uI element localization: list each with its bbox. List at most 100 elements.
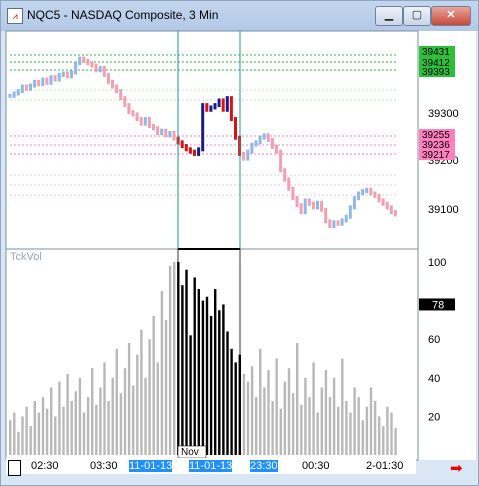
price-bar xyxy=(295,196,299,208)
price-bar xyxy=(152,124,155,131)
volume-bar xyxy=(214,289,217,455)
price-bar xyxy=(65,71,69,79)
price-bar xyxy=(135,112,139,122)
volume-bar xyxy=(193,277,196,455)
volume-bar xyxy=(255,397,258,455)
time-label: 03:30 xyxy=(90,460,118,472)
volume-bar xyxy=(168,265,172,455)
volume-bar xyxy=(361,420,364,455)
volume-bar xyxy=(337,406,340,455)
price-bar xyxy=(234,117,237,140)
price-bar xyxy=(33,79,37,88)
price-bar xyxy=(86,58,90,66)
price-bar xyxy=(184,144,188,152)
price-tag-label: 39431 xyxy=(422,47,450,58)
price-bar xyxy=(365,187,369,194)
volume-bar xyxy=(74,391,77,455)
price-bar xyxy=(53,75,57,82)
time-label: 2-01:30 xyxy=(366,460,404,472)
price-bar xyxy=(357,191,360,201)
volume-bar xyxy=(156,362,159,455)
volume-bar xyxy=(382,426,385,455)
price-bar xyxy=(352,196,356,210)
price-bar xyxy=(225,96,229,112)
volume-bar xyxy=(328,397,332,455)
volume-bar xyxy=(201,300,205,455)
price-bar xyxy=(127,103,131,115)
volume-bar xyxy=(107,400,110,455)
price-bar xyxy=(348,205,352,219)
current-volume-label: 78 xyxy=(432,299,444,311)
volume-bar xyxy=(222,304,225,455)
scroll-handle[interactable] xyxy=(8,460,21,476)
price-bar xyxy=(29,83,32,91)
price-bar xyxy=(275,144,278,154)
price-bar xyxy=(123,96,127,108)
price-bar xyxy=(291,186,295,201)
price-bar xyxy=(156,126,160,136)
price-bar xyxy=(320,200,324,212)
volume-indicator-name: TckVol xyxy=(10,251,42,263)
price-bar xyxy=(266,133,270,142)
volume-bar xyxy=(316,412,319,455)
volume-tick-label: 100 xyxy=(428,257,446,269)
price-bar xyxy=(242,151,246,161)
price-bar xyxy=(299,203,303,215)
price-bar xyxy=(328,219,332,229)
volume-bar xyxy=(62,406,65,455)
volume-bar xyxy=(271,400,274,455)
price-bar xyxy=(287,177,291,191)
price-bar xyxy=(201,103,205,152)
time-axis[interactable]: 02:30 03:30 11-01-13 11-01-13 23:30 00:3… xyxy=(6,458,416,474)
volume-bar xyxy=(378,416,381,455)
volume-bar xyxy=(373,400,377,455)
volume-bar xyxy=(308,397,311,455)
price-bar xyxy=(102,65,106,77)
volume-bar xyxy=(283,381,287,455)
price-bar xyxy=(164,128,168,138)
price-bar xyxy=(311,201,315,210)
volume-tick-label: 20 xyxy=(428,411,440,423)
price-bar xyxy=(307,198,311,206)
volume-bar xyxy=(320,387,323,455)
price-bar xyxy=(131,110,135,117)
price-bar xyxy=(258,135,262,145)
price-bar xyxy=(78,56,82,66)
time-label-selected: 11-01-13 xyxy=(189,460,233,472)
volume-bar xyxy=(119,393,123,455)
volume-bar xyxy=(50,387,53,455)
volume-bar xyxy=(123,368,127,455)
price-bar xyxy=(217,98,221,108)
price-tag-label: 39217 xyxy=(422,150,450,161)
price-bar xyxy=(209,105,213,112)
price-bar xyxy=(213,103,217,110)
volume-bar xyxy=(369,387,373,455)
volume-bar xyxy=(300,404,303,455)
price-bar xyxy=(324,207,328,224)
volume-bar xyxy=(246,381,250,455)
volume-bar xyxy=(304,377,307,455)
price-bar xyxy=(188,147,192,154)
price-bar xyxy=(393,210,397,217)
price-bar xyxy=(336,220,340,226)
volume-bar xyxy=(250,366,254,455)
volume-tick-label: 60 xyxy=(428,334,440,346)
time-label: 00:30 xyxy=(302,460,330,472)
price-bar xyxy=(389,205,393,215)
volume-bar xyxy=(95,404,98,455)
volume-bar xyxy=(140,329,143,455)
volume-bar xyxy=(91,368,94,455)
price-bar xyxy=(254,140,258,147)
price-bar xyxy=(316,200,319,210)
volume-bar xyxy=(160,290,164,455)
price-bar xyxy=(262,133,266,140)
price-bar xyxy=(90,61,94,68)
volume-bar xyxy=(209,316,213,455)
price-bar xyxy=(229,96,233,122)
volume-bar xyxy=(275,358,278,455)
chart-area[interactable]: 393003920039100 394313941239393392553923… xyxy=(0,0,479,486)
scroll-right-arrow-icon[interactable]: ➡ xyxy=(450,459,463,477)
volume-bar xyxy=(58,381,61,455)
price-bar xyxy=(385,201,389,210)
price-bar xyxy=(57,72,61,82)
